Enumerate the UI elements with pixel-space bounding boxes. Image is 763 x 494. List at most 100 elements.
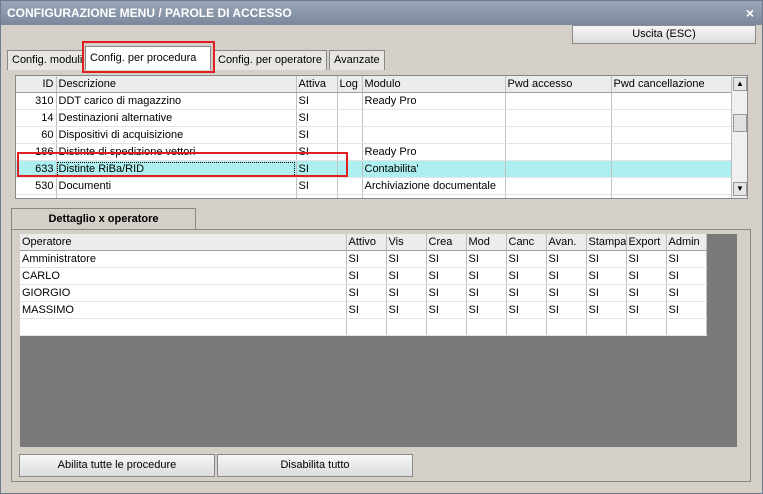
tab-avanzate[interactable]: Avanzate [329, 50, 385, 70]
cell-attiva[interactable]: SI [296, 92, 338, 110]
cell-id[interactable]: 530 [16, 177, 57, 195]
table-row[interactable]: 60 Dispositivi di acquisizione SI [16, 126, 732, 144]
cell-canc[interactable]: SI [506, 250, 547, 268]
cell-admin[interactable]: SI [666, 267, 707, 285]
cell-descrizione[interactable]: Destinazioni alternative [56, 109, 297, 127]
cell-id[interactable]: 14 [16, 109, 57, 127]
cell-empty[interactable] [586, 318, 627, 336]
cell-mod[interactable]: SI [466, 301, 507, 319]
col-header-descrizione[interactable]: Descrizione [56, 76, 297, 93]
col-header-admin[interactable]: Admin [666, 234, 707, 251]
cell-export[interactable]: SI [626, 284, 667, 302]
cell-pwd-accesso[interactable] [505, 194, 612, 198]
cell-modulo[interactable]: Ready Pro [362, 143, 506, 161]
scroll-up-icon[interactable]: ▲ [733, 77, 747, 91]
exit-button[interactable]: Uscita (ESC) [572, 25, 756, 44]
cell-operatore[interactable]: GIORGIO [20, 284, 347, 302]
col-header-mod[interactable]: Mod [466, 234, 507, 251]
table-row[interactable]: 633 Distinte RiBa/RID SI Contabilita' [16, 160, 732, 178]
cell-log[interactable] [337, 109, 363, 127]
cell-pwd-accesso[interactable] [505, 177, 612, 195]
cell-log[interactable] [337, 177, 363, 195]
cell-avan[interactable]: SI [546, 284, 587, 302]
disable-all-button[interactable]: Disabilita tutto [217, 454, 413, 477]
cell-descrizione[interactable]: Documenti - Modelli files [56, 194, 297, 198]
cell-avan[interactable]: SI [546, 267, 587, 285]
cell-operatore[interactable]: CARLO [20, 267, 347, 285]
scroll-down-icon[interactable]: ▼ [733, 182, 747, 196]
col-header-log[interactable]: Log [337, 76, 363, 93]
tab-config-per-operatore[interactable]: Config. per operatore [213, 50, 327, 70]
col-header-operatore[interactable]: Operatore [20, 234, 347, 251]
cell-attivo[interactable]: SI [346, 284, 387, 302]
table-row[interactable]: 14 Destinazioni alternative SI [16, 109, 732, 127]
cell-pwd-cancellazione[interactable] [611, 160, 732, 178]
table-row-empty[interactable] [20, 318, 707, 336]
cell-pwd-cancellazione[interactable] [611, 143, 732, 161]
cell-attiva[interactable]: SI [296, 143, 338, 161]
cell-log[interactable] [337, 160, 363, 178]
cell-modulo[interactable]: Contabilita' [362, 160, 506, 178]
cell-attiva[interactable]: SI [296, 109, 338, 127]
cell-mod[interactable]: SI [466, 250, 507, 268]
cell-mod[interactable]: SI [466, 284, 507, 302]
cell-empty[interactable] [346, 318, 387, 336]
cell-descrizione[interactable]: Dispositivi di acquisizione [56, 126, 297, 144]
cell-attiva[interactable]: SI [296, 160, 338, 178]
cell-descrizione[interactable]: Distinte di spedizione vettori [56, 143, 297, 161]
cell-id[interactable]: 633 [16, 160, 57, 178]
close-icon[interactable]: × [746, 1, 754, 25]
cell-empty[interactable] [386, 318, 427, 336]
cell-pwd-accesso[interactable] [505, 126, 612, 144]
cell-vis[interactable]: SI [386, 267, 427, 285]
col-header-modulo[interactable]: Modulo [362, 76, 506, 93]
cell-vis[interactable]: SI [386, 301, 427, 319]
cell-export[interactable]: SI [626, 267, 667, 285]
col-header-pwd-cancellazione[interactable]: Pwd cancellazione [611, 76, 732, 93]
scroll-thumb[interactable] [733, 114, 747, 132]
cell-empty[interactable] [626, 318, 667, 336]
table-row[interactable]: 536Documenti - Modelli filesSI Archiviazi… [16, 194, 732, 198]
cell-canc[interactable]: SI [506, 284, 547, 302]
table-row[interactable]: 186 Distinte di spedizione vettori SI Ready… [16, 143, 732, 161]
cell-id[interactable]: 60 [16, 126, 57, 144]
cell-id[interactable]: 186 [16, 143, 57, 161]
cell-stampa[interactable]: SI [586, 250, 627, 268]
cell-pwd-cancellazione[interactable] [611, 177, 732, 195]
enable-all-button[interactable]: Abilita tutte le procedure [19, 454, 215, 477]
tab-config-per-procedura[interactable]: Config. per procedura [85, 46, 211, 70]
cell-canc[interactable]: SI [506, 301, 547, 319]
cell-empty[interactable] [20, 318, 347, 336]
cell-avan[interactable]: SI [546, 250, 587, 268]
cell-descrizione[interactable]: Documenti [56, 177, 297, 195]
cell-crea[interactable]: SI [426, 284, 467, 302]
tab-config-moduli[interactable]: Config. moduli [7, 50, 83, 70]
table-row[interactable]: 310 DDT carico di magazzino SI Ready Pro [16, 92, 732, 110]
cell-modulo[interactable]: Archiviazione documentale [362, 177, 506, 195]
col-header-stampa[interactable]: Stampa [586, 234, 627, 251]
cell-empty[interactable] [506, 318, 547, 336]
cell-pwd-accesso[interactable] [505, 143, 612, 161]
cell-pwd-cancellazione[interactable] [611, 126, 732, 144]
col-header-pwd-accesso[interactable]: Pwd accesso [505, 76, 612, 93]
cell-pwd-cancellazione[interactable] [611, 194, 732, 198]
cell-mod[interactable]: SI [466, 267, 507, 285]
cell-modulo[interactable]: Archiviazione documentale [362, 194, 506, 198]
cell-attivo[interactable]: SI [346, 267, 387, 285]
col-header-crea[interactable]: Crea [426, 234, 467, 251]
cell-descrizione[interactable]: Distinte RiBa/RID [56, 160, 297, 178]
cell-crea[interactable]: SI [426, 301, 467, 319]
cell-descrizione[interactable]: DDT carico di magazzino [56, 92, 297, 110]
table-row[interactable]: CARLO SI SI SI SI SI SI SI SI SI [20, 267, 707, 285]
cell-empty[interactable] [426, 318, 467, 336]
cell-avan[interactable]: SI [546, 301, 587, 319]
cell-modulo[interactable] [362, 109, 506, 127]
cell-operatore[interactable]: Amministratore [20, 250, 347, 268]
cell-attiva[interactable]: SI [296, 177, 338, 195]
cell-crea[interactable]: SI [426, 267, 467, 285]
tab-dettaglio-operatore[interactable]: Dettaglio x operatore [11, 208, 196, 230]
table-row[interactable]: Amministratore SI SI SI SI SI SI SI SI SI [20, 250, 707, 268]
cell-pwd-accesso[interactable] [505, 160, 612, 178]
cell-empty[interactable] [666, 318, 707, 336]
cell-id[interactable]: 310 [16, 92, 57, 110]
